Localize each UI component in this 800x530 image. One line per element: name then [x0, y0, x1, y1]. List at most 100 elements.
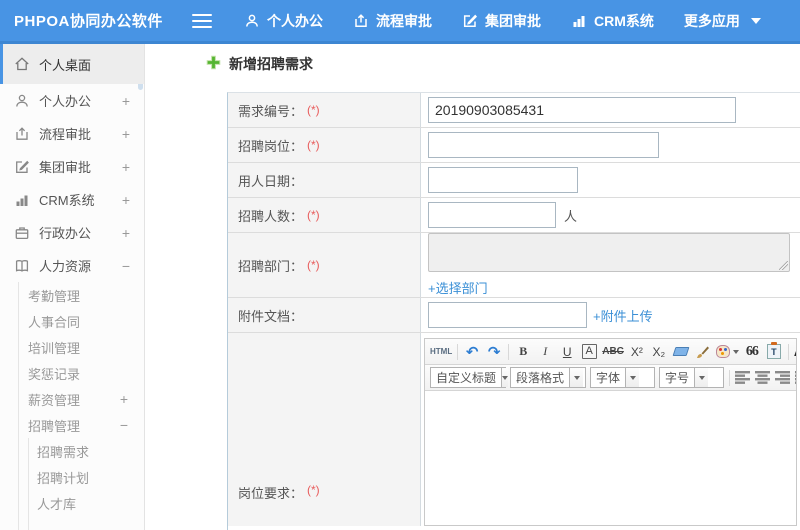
- format-brush-icon[interactable]: [693, 342, 713, 362]
- nav-item-group-approval[interactable]: 集团审批: [462, 11, 541, 31]
- required-mark: (*): [307, 103, 320, 117]
- top-navbar: PHPOA协同办公软件 个人办公 流程审批 集团审批 CRM系统 更多应用: [0, 0, 800, 44]
- html-source-button[interactable]: HTML: [429, 342, 453, 362]
- person-icon: [244, 13, 260, 29]
- main-content: 新增招聘需求 需求编号： (*) 招聘岗位： (*): [146, 44, 800, 530]
- expand-icon[interactable]: +: [122, 93, 130, 109]
- sidebar-item-talent-pool[interactable]: 人才库: [29, 490, 144, 516]
- required-mark: (*): [307, 138, 320, 152]
- sidebar-hr-submenu: 考勤管理 人事合同 培训管理 奖惩记录 薪资管理 + 招聘管理 − 招聘需求 招…: [18, 282, 144, 530]
- sidebar-item-process-approval[interactable]: 流程审批 +: [0, 117, 144, 150]
- editor-toolbar-row1: HTML ↶ ↷ B I U A ABC X² X₂ 66 T: [425, 339, 796, 365]
- recruitment-form: 需求编号： (*) 招聘岗位： (*) 用人日期：: [227, 92, 800, 530]
- hire-date-input[interactable]: [428, 167, 578, 193]
- align-center-icon[interactable]: [755, 371, 771, 384]
- nav-item-personal-office[interactable]: 个人办公: [244, 11, 323, 31]
- sidebar-item-personal-office[interactable]: 个人办公 +: [0, 84, 144, 117]
- sidebar-item-recruit-plan[interactable]: 招聘计划: [29, 464, 144, 490]
- form-row-headcount: 招聘人数： (*) 人: [228, 198, 800, 233]
- autotypeset-button[interactable]: A: [581, 344, 597, 359]
- color-palette-icon[interactable]: [715, 342, 740, 362]
- sidebar: 个人桌面 个人办公 + 流程审批 + 集团审批 + CRM系统 + 行政办公 +…: [0, 44, 145, 530]
- sidebar-item-training[interactable]: 培训管理: [19, 334, 144, 360]
- form-row-department: 招聘部门： (*) +选择部门: [228, 233, 800, 298]
- expand-icon[interactable]: +: [120, 391, 128, 407]
- align-justify-icon[interactable]: [795, 371, 796, 384]
- plus-icon: [206, 55, 221, 73]
- person-icon: [14, 93, 30, 109]
- blockquote-button[interactable]: 66: [742, 342, 762, 362]
- caret-down-icon: [501, 368, 509, 387]
- sidebar-item-rewards[interactable]: 奖惩记录: [19, 360, 144, 386]
- home-icon: [14, 56, 30, 72]
- required-mark: (*): [307, 258, 320, 272]
- redo-icon[interactable]: ↷: [484, 342, 504, 362]
- sidebar-item-crm[interactable]: CRM系统 +: [0, 183, 144, 216]
- font-size-select[interactable]: 字号: [659, 367, 724, 388]
- hr-book-icon: [14, 258, 30, 274]
- field-label: 需求编号：: [238, 103, 304, 119]
- paragraph-format-select[interactable]: 段落格式: [510, 367, 586, 388]
- collapse-icon[interactable]: −: [122, 258, 130, 274]
- form-row-request-number: 需求编号： (*): [228, 93, 800, 128]
- expand-icon[interactable]: +: [122, 126, 130, 142]
- request-number-input[interactable]: [428, 97, 736, 123]
- expand-icon[interactable]: +: [122, 225, 130, 241]
- undo-icon[interactable]: ↶: [462, 342, 482, 362]
- custom-heading-select[interactable]: 自定义标题: [430, 367, 509, 388]
- align-left-icon[interactable]: [735, 371, 751, 384]
- unit-label: 人: [564, 208, 578, 224]
- font-color-button[interactable]: A: [793, 342, 796, 362]
- page-title: 新增招聘需求: [206, 54, 313, 74]
- subscript-button[interactable]: X₂: [649, 342, 669, 362]
- field-label: 用人日期：: [238, 173, 304, 189]
- editor-content-area[interactable]: [425, 391, 796, 525]
- department-textarea[interactable]: [428, 233, 790, 272]
- collapse-icon[interactable]: −: [120, 417, 128, 433]
- group-approval-icon: [462, 13, 478, 29]
- form-row-job-requirements: 岗位要求： (*) HTML ↶ ↷ B I U A ABC X² X₂ 66 …: [228, 333, 800, 526]
- caret-down-icon: [569, 368, 584, 387]
- caret-down-icon: [694, 368, 709, 387]
- italic-button[interactable]: I: [535, 342, 555, 362]
- superscript-button[interactable]: X²: [627, 342, 647, 362]
- sidebar-item-admin-office[interactable]: 行政办公 +: [0, 216, 144, 249]
- sidebar-item-recruitment[interactable]: 招聘管理 −: [19, 412, 144, 438]
- font-family-select[interactable]: 字体: [590, 367, 655, 388]
- form-row-hire-date: 用人日期：: [228, 163, 800, 198]
- required-mark: (*): [307, 483, 320, 497]
- eraser-icon[interactable]: [671, 342, 691, 362]
- nav-item-process-approval[interactable]: 流程审批: [353, 11, 432, 31]
- briefcase-icon: [14, 225, 30, 241]
- sidebar-item-salary[interactable]: 薪资管理 +: [19, 386, 144, 412]
- attachment-input[interactable]: [428, 302, 587, 328]
- editor-toolbar-row2: 自定义标题 段落格式 字体 字号: [425, 365, 796, 391]
- nav-item-more-apps[interactable]: 更多应用: [684, 11, 761, 31]
- align-right-icon[interactable]: [775, 371, 791, 384]
- sidebar-item-recruit-demand[interactable]: 招聘需求: [29, 438, 144, 464]
- expand-icon[interactable]: +: [122, 159, 130, 175]
- attachment-upload-link[interactable]: +附件上传: [593, 306, 653, 325]
- sidebar-item-personal-desktop[interactable]: 个人桌面: [0, 44, 144, 84]
- sidebar-item-attendance[interactable]: 考勤管理: [19, 282, 144, 308]
- expand-icon[interactable]: +: [122, 192, 130, 208]
- paste-text-icon[interactable]: T: [764, 342, 784, 362]
- form-row-attachment: 附件文档： +附件上传: [228, 298, 800, 333]
- sidebar-item-hr[interactable]: 人力资源 −: [0, 249, 144, 282]
- strikethrough-button[interactable]: ABC: [601, 342, 625, 362]
- process-approval-icon: [353, 13, 369, 29]
- select-department-link[interactable]: +选择部门: [428, 278, 488, 297]
- headcount-input[interactable]: [428, 202, 556, 228]
- sidebar-item-hr-contract[interactable]: 人事合同: [19, 308, 144, 334]
- caret-down-icon: [750, 17, 761, 24]
- field-label: 附件文档：: [238, 308, 304, 324]
- job-position-input[interactable]: [428, 132, 659, 158]
- menu-toggle-icon[interactable]: [192, 13, 212, 28]
- caret-down-icon: [625, 368, 640, 387]
- required-mark: (*): [307, 208, 320, 222]
- underline-button[interactable]: U: [557, 342, 577, 362]
- bold-button[interactable]: B: [513, 342, 533, 362]
- nav-item-crm[interactable]: CRM系统: [571, 11, 654, 31]
- resize-handle-icon[interactable]: [779, 261, 788, 270]
- sidebar-item-group-approval[interactable]: 集团审批 +: [0, 150, 144, 183]
